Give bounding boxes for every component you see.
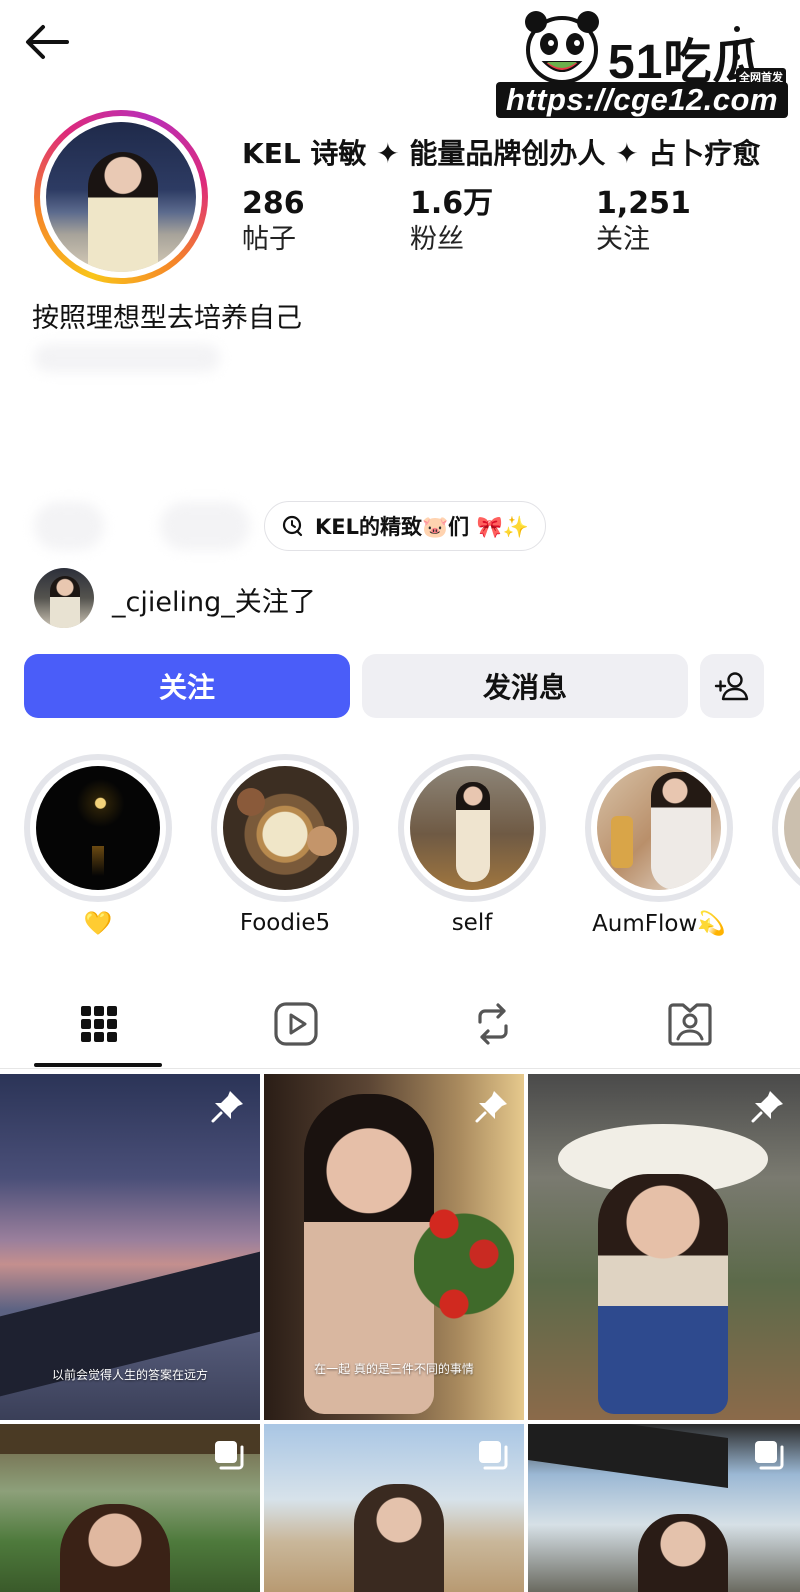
tab-reposts[interactable] <box>394 982 591 1066</box>
panda-mascot-logo <box>525 11 599 84</box>
highlight-label: self <box>451 910 493 936</box>
post-thumbnail[interactable] <box>528 1074 800 1420</box>
more-options-button[interactable] <box>728 22 746 64</box>
channel-chip-label: KEL的精致🐷们 🎀✨ <box>315 515 529 539</box>
tab-divider <box>0 1068 800 1069</box>
blurred-bio-line <box>34 344 220 372</box>
repost-icon <box>477 1003 508 1045</box>
follow-button[interactable]: 关注 <box>24 654 350 718</box>
pin-icon <box>475 1091 507 1123</box>
stat-followers[interactable]: 1.6万 粉丝 <box>410 186 493 258</box>
post-thumbnail[interactable]: 以前会觉得人生的答案在远方 <box>0 1074 260 1420</box>
post-thumbnail[interactable] <box>0 1424 260 1592</box>
tab-reels[interactable] <box>197 982 394 1066</box>
blurred-link-chip <box>160 502 250 550</box>
person-add-icon <box>714 672 749 701</box>
highlight-item[interactable] <box>772 754 800 902</box>
channel-chip[interactable]: KEL的精致🐷们 🎀✨ <box>264 501 546 551</box>
message-button[interactable]: 发消息 <box>362 654 688 718</box>
highlight-cover <box>36 766 160 890</box>
stat-posts[interactable]: 286 帖子 <box>242 186 305 258</box>
back-button[interactable] <box>22 20 72 64</box>
active-tab-indicator <box>34 1063 162 1067</box>
highlight-cover <box>784 766 800 890</box>
stat-followers-label: 粉丝 <box>410 224 464 255</box>
blurred-link-chip <box>34 502 104 550</box>
post-thumbnail[interactable] <box>528 1424 800 1592</box>
post-thumbnail[interactable]: 在一起 真的是三件不同的事情 <box>264 1074 524 1420</box>
highlight-item[interactable]: Foodie5 <box>211 754 359 936</box>
tagged-icon <box>667 1003 712 1046</box>
tab-tagged[interactable] <box>591 982 788 1066</box>
arrow-left-icon <box>26 25 69 59</box>
highlight-cover <box>223 766 347 890</box>
stat-following[interactable]: 1,251 关注 <box>596 186 691 258</box>
stat-following-value: 1,251 <box>596 186 691 221</box>
highlight-label: AumFlow💫 <box>592 911 726 937</box>
more-vertical-icon <box>734 26 740 32</box>
highlight-cover <box>410 766 534 890</box>
post-caption: 以前会觉得人生的答案在远方 <box>51 1368 208 1382</box>
stat-following-label: 关注 <box>596 224 650 255</box>
pin-icon <box>751 1091 783 1123</box>
followed-by-text[interactable]: _cjieling_关注了 <box>112 580 316 619</box>
highlight-label: 💛 <box>83 911 113 937</box>
carousel-icon <box>215 1441 244 1470</box>
profile-name: KEL 诗敏 ✦ 能量品牌创办人 ✦ 占卜疗愈 <box>242 137 761 170</box>
reels-icon <box>273 1002 318 1046</box>
suggest-friends-button[interactable] <box>700 654 764 718</box>
carousel-icon <box>755 1441 784 1470</box>
grid-icon <box>80 1006 117 1042</box>
highlight-item[interactable]: self <box>398 754 546 936</box>
followed-by-avatar[interactable] <box>34 568 94 628</box>
stat-posts-label: 帖子 <box>242 224 296 255</box>
stat-followers-value: 1.6万 <box>410 186 494 221</box>
profile-bio: 按照理想型去培养自己 <box>32 303 302 334</box>
watermark-url: https://cge12.com <box>496 82 788 118</box>
highlight-item[interactable]: 💛 <box>24 754 172 937</box>
profile-avatar[interactable] <box>34 110 208 284</box>
post-caption: 在一起 真的是三件不同的事情 <box>314 1362 474 1376</box>
highlight-cover <box>597 766 721 890</box>
stat-posts-value: 286 <box>242 186 305 221</box>
avatar-photo <box>46 122 196 272</box>
pin-icon <box>211 1091 243 1123</box>
highlight-label: Foodie5 <box>239 910 331 936</box>
highlight-item[interactable]: AumFlow💫 <box>585 754 733 937</box>
tab-posts[interactable] <box>0 982 197 1066</box>
post-thumbnail[interactable] <box>264 1424 524 1592</box>
carousel-icon <box>479 1441 508 1470</box>
threads-icon <box>282 515 303 537</box>
